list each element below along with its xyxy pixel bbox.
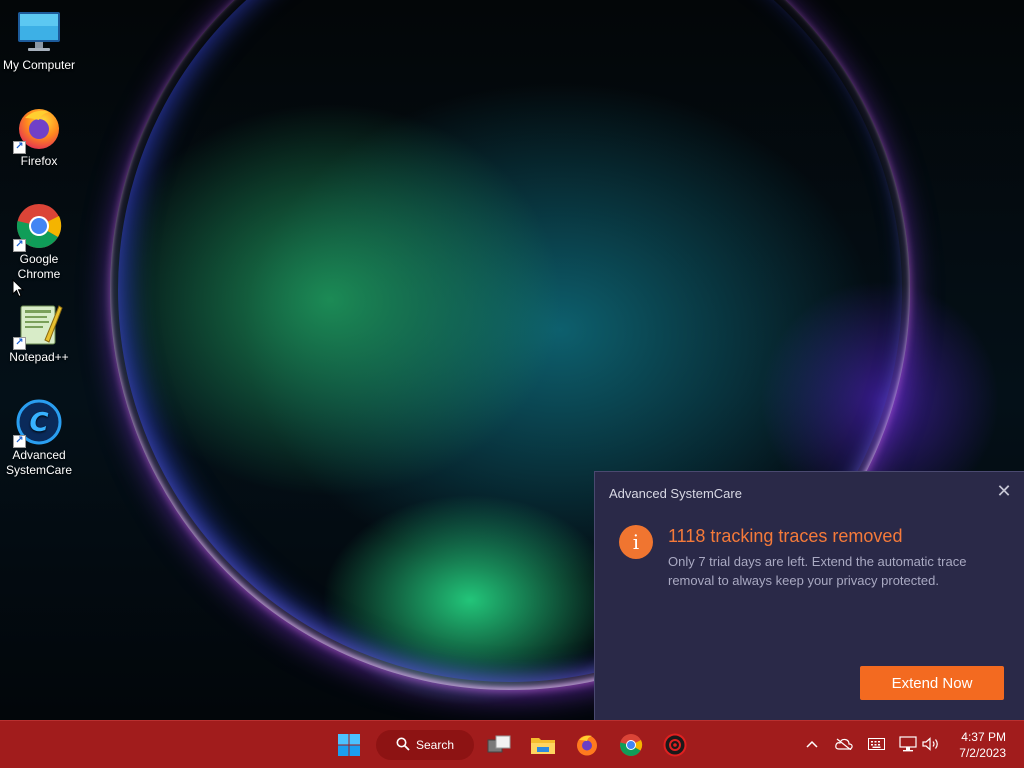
clock-date: 7/2/2023 (959, 746, 1006, 760)
svg-text:C: C (29, 408, 48, 438)
notification-headline: 1118 tracking traces removed (668, 526, 903, 546)
file-explorer-icon[interactable] (527, 729, 559, 761)
firefox-icon[interactable] (571, 729, 603, 761)
close-icon[interactable]: ✕ (994, 481, 1014, 501)
desktop-icon-label: Firefox (20, 154, 58, 168)
taskbar-search-box[interactable]: Search (376, 730, 474, 760)
monitor-icon (15, 8, 63, 56)
desktop-icon-firefox[interactable]: ↗ Firefox (0, 104, 78, 169)
desktop-icon-google-chrome[interactable]: ↗ Google Chrome (0, 202, 78, 282)
windows-start-icon[interactable] (333, 729, 365, 761)
extend-now-button[interactable]: Extend Now (860, 666, 1004, 700)
taskbar: Search 4:37 PM 7/2/2023 (0, 720, 1024, 768)
keyboard-icon[interactable] (866, 734, 886, 754)
chevron-up-icon[interactable] (802, 734, 822, 754)
shortcut-arrow-icon: ↗ (13, 141, 26, 154)
chrome-icon: ↗ (13, 202, 63, 252)
clock-time: 4:37 PM (961, 730, 1006, 744)
notification-body: Only 7 trial days are left. Extend the a… (668, 554, 967, 588)
taskbar-clock[interactable]: 4:37 PM 7/2/2023 (936, 729, 1006, 761)
desktop-icon-label: Notepad++ (9, 350, 69, 364)
advanced-systemcare-icon[interactable] (659, 729, 691, 761)
firefox-icon: ↗ (13, 104, 63, 154)
search-label: Search (415, 738, 455, 752)
notification-app-name: Advanced SystemCare (609, 486, 742, 501)
shortcut-arrow-icon: ↗ (13, 435, 26, 448)
network-icon[interactable] (898, 734, 918, 754)
notepadpp-icon: ↗ (13, 300, 63, 350)
desktop-icon-advanced-systemcare[interactable]: C ↗ Advanced SystemCare (0, 398, 78, 478)
desktop-icon-notepadpp[interactable]: ↗ Notepad++ (0, 300, 78, 365)
info-icon: i (619, 525, 653, 559)
mouse-cursor-icon (12, 278, 25, 303)
advanced-systemcare-icon: C ↗ (13, 398, 63, 448)
task-view-icon[interactable] (483, 729, 515, 761)
desktop-icon-label: Google Chrome (17, 252, 61, 281)
chrome-icon[interactable] (615, 729, 647, 761)
desktop-icon-label: My Computer (2, 58, 76, 72)
shortcut-arrow-icon: ↗ (13, 239, 26, 252)
advanced-systemcare-notification: Advanced SystemCare ✕ i 1118 tracking tr… (594, 471, 1024, 720)
desktop-icon-label: Advanced SystemCare (5, 448, 73, 477)
onedrive-icon[interactable] (834, 734, 854, 754)
search-icon (396, 737, 410, 754)
shortcut-arrow-icon: ↗ (13, 337, 26, 350)
desktop-icon-my-computer[interactable]: My Computer (0, 8, 78, 73)
